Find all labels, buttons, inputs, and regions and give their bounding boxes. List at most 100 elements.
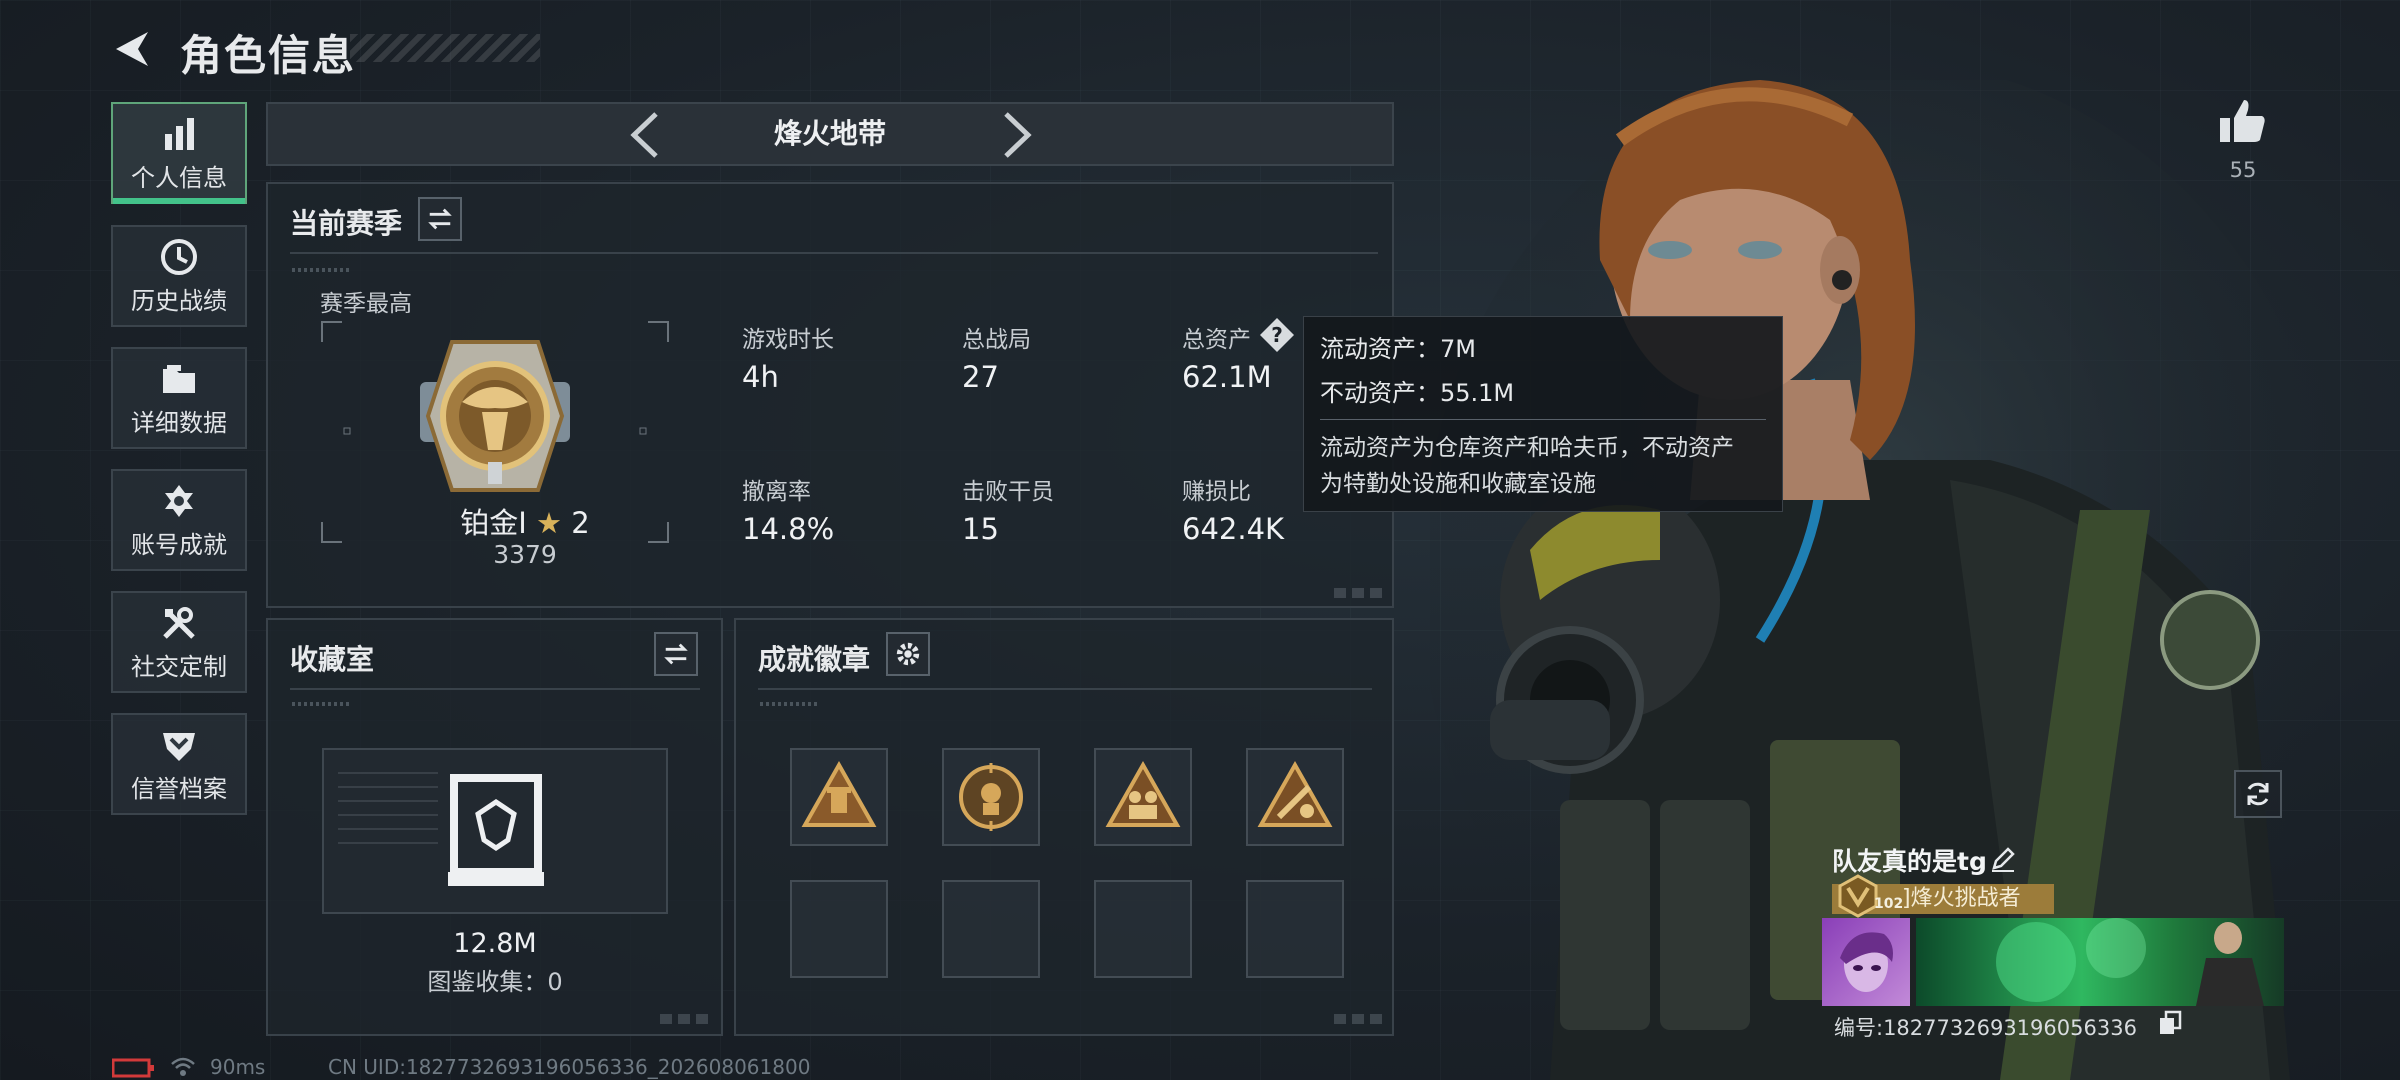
player-id: 编号:1827732693196056336⁡ — [1834, 1016, 2137, 1040]
refresh-icon — [2247, 782, 2269, 806]
sidebar-item-label: 社交定制 — [131, 652, 227, 681]
divider — [290, 688, 700, 690]
sidebar-item-history[interactable]: 历史战绩 — [111, 225, 247, 327]
collection-value: 12.8M — [453, 928, 537, 959]
banner-character-art — [1996, 918, 2264, 1006]
rank-stars: 2 — [571, 506, 590, 540]
cn-uid: CN UID:1827732693196056336⁢_202608061800 — [328, 1055, 811, 1079]
swap-icon — [428, 208, 452, 230]
sidebar-item-detailed-data[interactable]: 详细数据 — [111, 347, 247, 449]
stat-label-profit-ratio: 赚损比 — [1182, 479, 1251, 505]
decoration — [1334, 1014, 1386, 1024]
divider — [290, 252, 1378, 254]
stat-label-extraction-rate: 撤离率 — [742, 479, 811, 505]
fixed-assets-line: 不动资产：55.1M — [1320, 379, 1515, 407]
stat-value-operators-defeated: 15 — [962, 512, 999, 546]
sidebar-item-label: 账号成就 — [131, 530, 227, 559]
player-avatar[interactable] — [1822, 918, 1910, 1006]
divider — [758, 688, 1372, 690]
sidebar-item-label: 信誉档案 — [131, 774, 227, 803]
tooltip-description-2: 为特勤处设施和收藏室设施 — [1320, 471, 1596, 497]
decoration — [660, 1014, 712, 1024]
battery-icon — [112, 1058, 154, 1078]
star-icon: ★ — [536, 506, 563, 540]
season-switch-button[interactable] — [418, 197, 462, 241]
folder-icon — [163, 364, 195, 393]
achievement-badge-2[interactable] — [942, 748, 1040, 846]
season-best-label: 赛季最高 — [320, 291, 412, 317]
gear-icon — [896, 642, 920, 666]
player-banner-card[interactable] — [1916, 918, 2284, 1006]
liquid-assets-line: 流动资产：7M — [1320, 335, 1476, 363]
achievement-badge-3[interactable] — [1094, 748, 1192, 846]
stat-value-total-matches: 27 — [962, 360, 999, 394]
achievement-badge-1[interactable] — [790, 748, 888, 846]
display-case-icon — [448, 774, 544, 886]
rank-name-row: 铂金Ⅰ ★ 2 — [430, 500, 620, 542]
bar-chart-icon — [165, 117, 194, 150]
player-title: ]烽火挑战者 — [1902, 886, 2021, 911]
page-title: 角色信息 — [180, 31, 357, 80]
tooltip-divider — [1320, 419, 1766, 420]
empty-badge-slot[interactable] — [790, 880, 888, 978]
empty-badge-slot[interactable] — [1094, 880, 1192, 978]
catalog-count: 图鉴收集：0 — [427, 968, 563, 996]
player-level: 102 — [1874, 896, 1904, 912]
current-season-title: 当前赛季 — [290, 207, 403, 240]
tooltip-description-1: 流动资产为仓库资产和哈夫币，不动资产 — [1320, 435, 1734, 461]
achievement-badge-4[interactable] — [1246, 748, 1344, 846]
avatar-face-icon — [1840, 932, 1893, 992]
achievement-badges-title: 成就徽章 — [758, 643, 871, 676]
rank-score: 3379 — [493, 540, 557, 569]
stat-label-total-assets: 总资产 — [1182, 327, 1251, 353]
refresh-button[interactable] — [2234, 770, 2282, 818]
collection-switch-button[interactable] — [654, 632, 698, 676]
stat-label-total-matches: 总战局 — [962, 327, 1031, 353]
like-count: 55 — [2229, 158, 2257, 182]
svg-text:?: ? — [1271, 323, 1283, 347]
stat-value-total-assets: 62.1M — [1182, 360, 1272, 394]
decoration — [1334, 588, 1386, 598]
next-mode-chevron-icon[interactable] — [1000, 110, 1036, 160]
sidebar-item-achievements[interactable]: 账号成就 — [111, 469, 247, 571]
ping-value: 90ms — [210, 1055, 266, 1079]
help-question-icon[interactable]: ? — [1258, 316, 1296, 354]
assets-tooltip: 流动资产：7M 不动资产：55.1M 流动资产为仓库资产和哈夫币，不动资产 为特… — [1303, 316, 1783, 512]
rank-name: 铂金Ⅰ — [460, 506, 527, 540]
shield-icon — [163, 732, 195, 761]
achievement-icon — [165, 484, 193, 517]
decoration — [292, 268, 352, 272]
empty-badge-slot[interactable] — [1246, 880, 1344, 978]
clock-icon — [161, 238, 197, 275]
stat-value-profit-ratio: 642.4K — [1182, 512, 1285, 546]
thumbs-up-icon[interactable] — [2218, 96, 2268, 146]
level-emblem-icon — [1838, 874, 1878, 918]
decoration — [338, 764, 438, 844]
platinum-rank-medal-icon — [420, 340, 570, 492]
sidebar-item-reputation[interactable]: 信誉档案 — [111, 713, 247, 815]
stat-value-extraction-rate: 14.8% — [742, 512, 835, 546]
badge-2-icon — [959, 763, 1023, 831]
swap-icon — [664, 643, 688, 665]
sidebar-item-label: 详细数据 — [131, 408, 227, 437]
badge-4-icon — [1257, 760, 1333, 827]
empty-badge-slot[interactable] — [942, 880, 1040, 978]
collection-title: 收藏室 — [290, 643, 375, 676]
sidebar-item-personal-info[interactable]: 个人信息 — [111, 102, 247, 204]
tools-icon — [163, 606, 195, 639]
stat-label-operators-defeated: 击败干员 — [962, 479, 1054, 505]
badge-3-icon — [1105, 760, 1181, 827]
wifi-icon — [171, 1057, 195, 1076]
decoration — [292, 702, 352, 706]
badge-settings-button[interactable] — [886, 632, 930, 676]
edit-pencil-icon[interactable] — [1990, 846, 2016, 872]
decoration — [760, 702, 820, 706]
sidebar-item-social[interactable]: 社交定制 — [111, 591, 247, 693]
back-arrow-icon[interactable] — [108, 26, 154, 72]
badge-1-icon — [801, 760, 877, 827]
copy-icon[interactable] — [2158, 1010, 2184, 1036]
stat-value-play-time: 4h — [742, 360, 779, 394]
sidebar-item-label: 历史战绩 — [131, 286, 227, 315]
sidebar-item-label: 个人信息 — [131, 163, 227, 192]
stat-label-play-time: 游戏时长 — [742, 327, 834, 353]
